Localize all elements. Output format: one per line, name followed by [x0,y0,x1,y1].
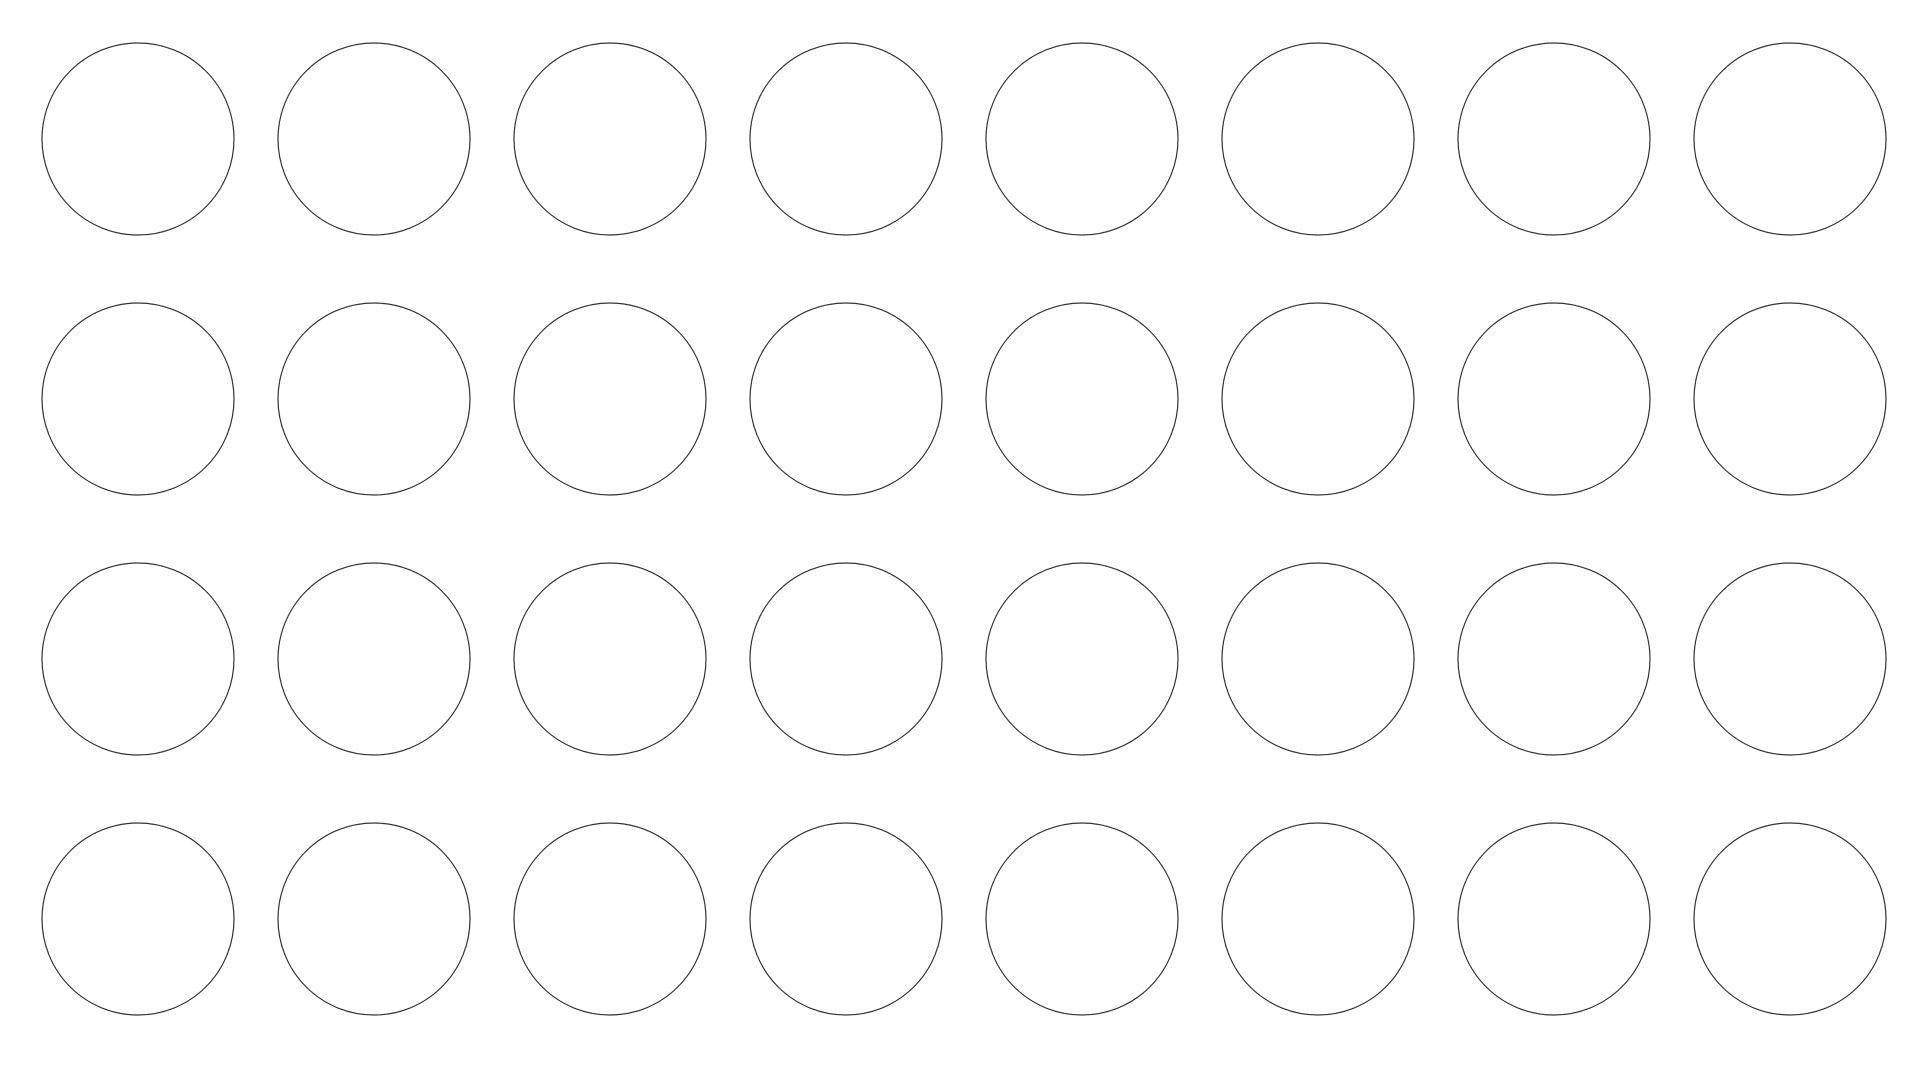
circle-r1-c3 [513,42,707,236]
circle-r2-c1 [41,302,235,496]
circle-r1-c5 [985,42,1179,236]
circle-r2-c4 [749,302,943,496]
circle-grid-canvas [41,42,1887,1016]
circle-r4-c7 [1457,822,1651,1016]
circle-r1-c6 [1221,42,1415,236]
circle-r3-c4 [749,562,943,756]
circle-r4-c3 [513,822,707,1016]
circle-r4-c6 [1221,822,1415,1016]
circle-r3-c5 [985,562,1179,756]
circle-r4-c8 [1693,822,1887,1016]
circle-r2-c3 [513,302,707,496]
circle-r4-c4 [749,822,943,1016]
circle-r1-c2 [277,42,471,236]
circle-r1-c1 [41,42,235,236]
circle-r3-c2 [277,562,471,756]
circle-r3-c3 [513,562,707,756]
circle-r4-c2 [277,822,471,1016]
circle-r3-c6 [1221,562,1415,756]
circle-r2-c8 [1693,302,1887,496]
circle-r1-c7 [1457,42,1651,236]
circle-r3-c1 [41,562,235,756]
circle-r4-c5 [985,822,1179,1016]
circle-r2-c5 [985,302,1179,496]
circle-r4-c1 [41,822,235,1016]
circle-r2-c2 [277,302,471,496]
circle-r3-c8 [1693,562,1887,756]
circle-r2-c6 [1221,302,1415,496]
circle-r1-c8 [1693,42,1887,236]
circle-r2-c7 [1457,302,1651,496]
circle-r1-c4 [749,42,943,236]
circle-r3-c7 [1457,562,1651,756]
